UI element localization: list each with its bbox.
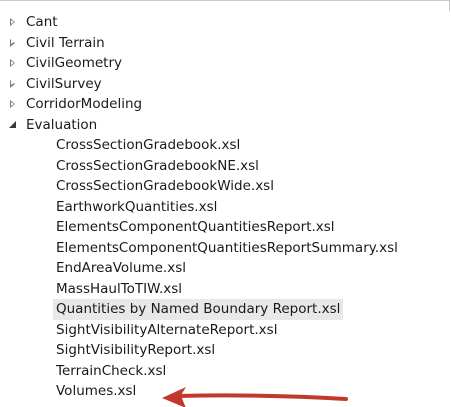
tree-item-label: ElementsComponentQuantitiesReport.xsl: [56, 219, 335, 235]
tree-node-label: Evaluation: [26, 116, 98, 133]
tree-item-label: Volumes.xsl: [56, 383, 137, 399]
tree-item-sightvisibilityreport[interactable]: SightVisibilityReport.xsl: [0, 340, 451, 361]
tree-node-label: CorridorModeling: [26, 96, 143, 112]
tree-node-label: CivilGeometry: [26, 55, 122, 71]
tree-node-evaluation[interactable]: Evaluation: [0, 115, 451, 136]
red-arrow-icon: [162, 387, 348, 407]
report-tree-panel: Cant Civil Terrain CivilGeometry CivilSu…: [0, 0, 451, 407]
report-tree: Cant Civil Terrain CivilGeometry CivilSu…: [0, 12, 451, 402]
tree-item-terraincheck[interactable]: TerrainCheck.xsl: [0, 361, 451, 382]
tree-item-endareavolume[interactable]: EndAreaVolume.xsl: [0, 258, 451, 279]
tree-node-label: CivilSurvey: [26, 75, 102, 92]
collapsed-triangle-icon[interactable]: [6, 94, 18, 115]
tree-item-crosssectiongradebookwide[interactable]: CrossSectionGradebookWide.xsl: [0, 176, 451, 197]
panel-top-border: [0, 0, 450, 11]
tree-node-civil-terrain[interactable]: Civil Terrain: [0, 33, 451, 54]
tree-item-elementscomponentquantitiesreportsummary[interactable]: ElementsComponentQuantitiesReportSummary…: [0, 238, 451, 259]
tree-node-label: Civil Terrain: [26, 34, 105, 51]
tree-item-earthworkquantities[interactable]: EarthworkQuantities.xsl: [0, 197, 451, 218]
collapsed-triangle-icon[interactable]: [6, 12, 18, 33]
tree-item-label: Quantities by Named Boundary Report.xsl: [53, 299, 344, 320]
tree-item-label: SightVisibilityReport.xsl: [56, 342, 216, 358]
tree-item-label: CrossSectionGradebookWide.xsl: [56, 178, 274, 194]
tree-node-corridormodeling[interactable]: CorridorModeling: [0, 94, 451, 115]
tree-node-civilgeometry[interactable]: CivilGeometry: [0, 53, 451, 74]
tree-item-label: SightVisibilityAlternateReport.xsl: [56, 321, 278, 338]
collapsed-triangle-icon[interactable]: [6, 33, 18, 54]
tree-item-label: EndAreaVolume.xsl: [56, 260, 186, 276]
tree-item-label: CrossSectionGradebookNE.xsl: [56, 157, 259, 174]
tree-item-elementscomponentquantitiesreport[interactable]: ElementsComponentQuantitiesReport.xsl: [0, 217, 451, 238]
expanded-triangle-icon[interactable]: [6, 115, 18, 136]
tree-item-quantities-by-named-boundary-report[interactable]: Quantities by Named Boundary Report.xsl: [0, 299, 451, 320]
tree-item-crosssectiongradebook[interactable]: CrossSectionGradebook.xsl: [0, 135, 451, 156]
tree-item-label: MassHaulToTIW.xsl: [56, 280, 183, 297]
tree-node-cant[interactable]: Cant: [0, 12, 451, 33]
tree-item-masshaultotiw[interactable]: MassHaulToTIW.xsl: [0, 279, 451, 300]
tree-node-civilsurvey[interactable]: CivilSurvey: [0, 74, 451, 95]
tree-node-label: Cant: [26, 14, 58, 30]
arrow-shaft: [176, 393, 348, 401]
tree-item-label: ElementsComponentQuantitiesReportSummary…: [56, 239, 398, 256]
tree-item-label: TerrainCheck.xsl: [56, 362, 167, 379]
tree-item-label: EarthworkQuantities.xsl: [56, 198, 218, 215]
collapsed-triangle-icon[interactable]: [6, 53, 18, 74]
tree-item-sightvisibilityalternatereport[interactable]: SightVisibilityAlternateReport.xsl: [0, 320, 451, 341]
collapsed-triangle-icon[interactable]: [6, 74, 18, 95]
tree-item-crosssectiongradebookne[interactable]: CrossSectionGradebookNE.xsl: [0, 156, 451, 177]
tree-item-label: CrossSectionGradebook.xsl: [56, 137, 241, 153]
